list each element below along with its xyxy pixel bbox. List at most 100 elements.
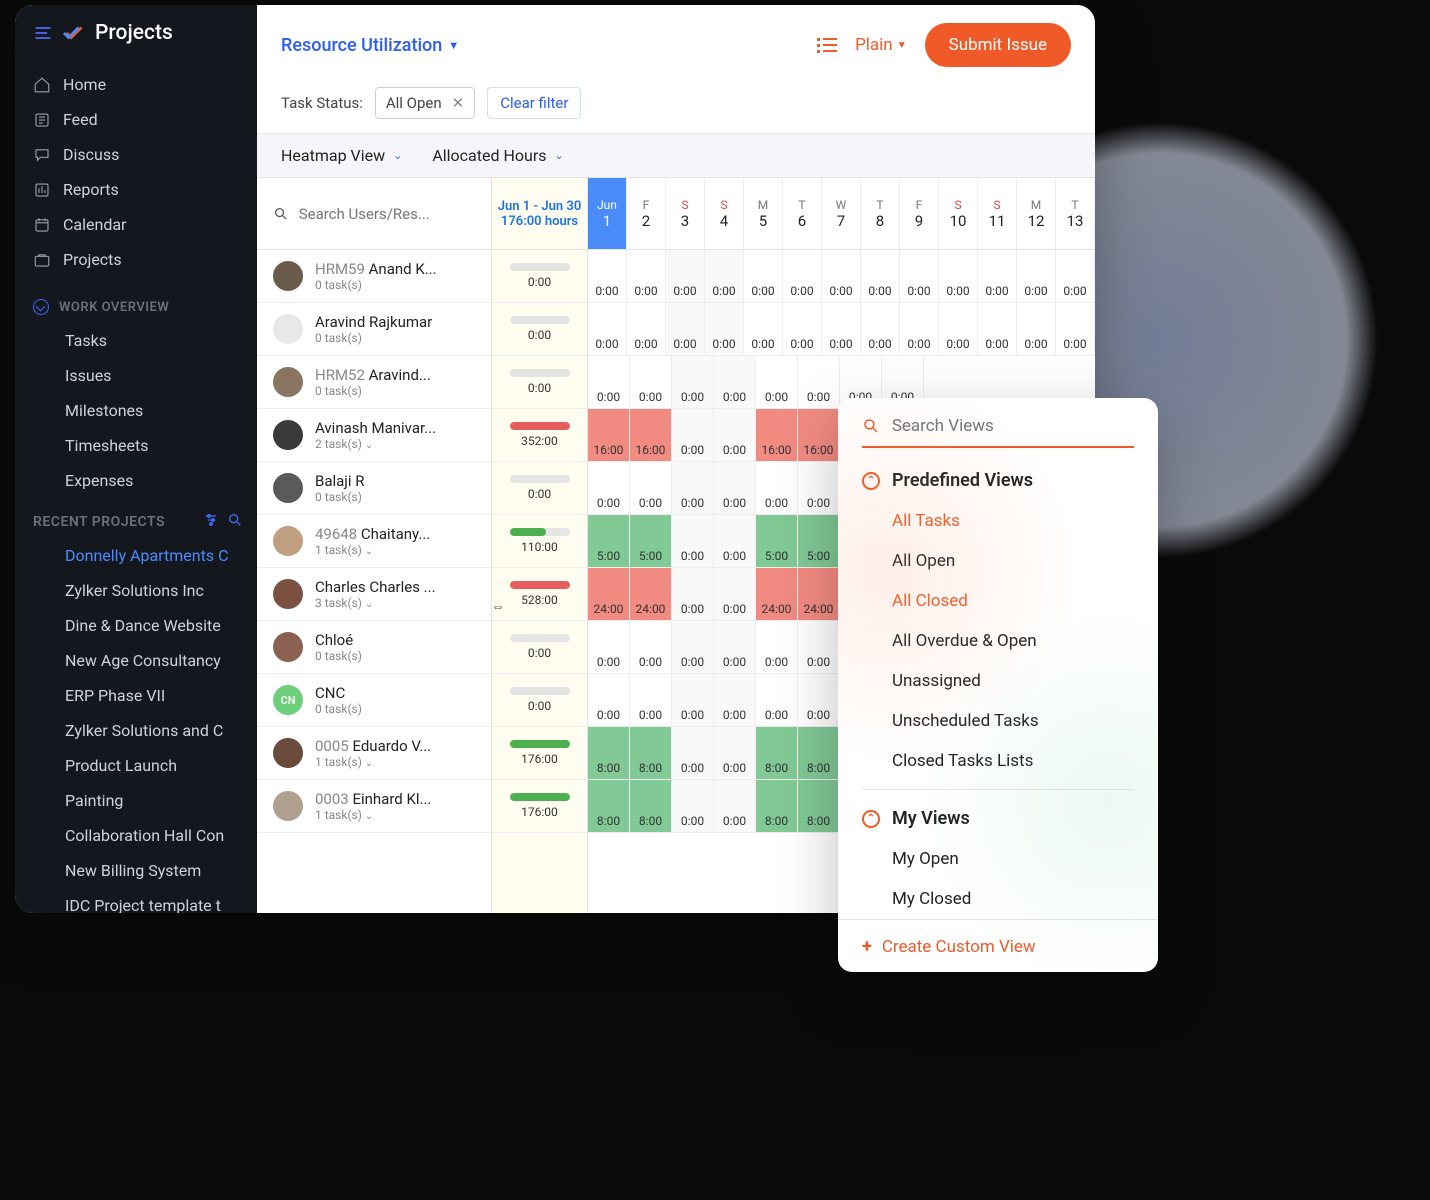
heatmap-cell[interactable]: 8:00 [630,727,672,779]
heatmap-cell[interactable]: 0:00 [1056,250,1095,302]
search-projects-icon[interactable] [227,512,243,532]
nav-reports[interactable]: Reports [15,172,257,207]
wo-item-milestones[interactable]: Milestones [15,393,257,428]
heatmap-cell[interactable]: 8:00 [756,727,798,779]
heatmap-cell[interactable]: 0:00 [1017,250,1056,302]
heatmap-cell[interactable]: 0:00 [588,621,630,673]
project-item[interactable]: Painting [15,783,257,818]
heatmap-cell[interactable]: 0:00 [672,462,714,514]
search-users-input[interactable] [299,205,475,223]
project-item[interactable]: Collaboration Hall Con [15,818,257,853]
user-row[interactable]: Chloé 0 task(s) [257,621,491,674]
heatmap-cell[interactable]: 5:00 [756,515,798,567]
user-row[interactable]: CN CNC 0 task(s) [257,674,491,727]
heatmap-view-dropdown[interactable]: Heatmap View ⌄ [281,146,402,165]
heatmap-cell[interactable]: 0:00 [630,621,672,673]
close-icon[interactable]: ✕ [452,94,465,112]
view-group-header[interactable]: ⌃ My Views [838,798,1158,839]
user-row[interactable]: Avinash Manivar... 2 task(s) ⌄ [257,409,491,462]
heatmap-cell[interactable]: 0:00 [588,356,630,408]
heatmap-cell[interactable]: 0:00 [744,250,783,302]
splitter-handle[interactable]: ⇔ [491,598,505,615]
submit-issue-button[interactable]: Submit Issue [925,23,1071,67]
heatmap-cell[interactable]: 0:00 [672,727,714,779]
heatmap-cell[interactable]: 0:00 [672,674,714,726]
chevron-down-icon[interactable]: ⌄ [365,546,373,557]
heatmap-cell[interactable]: 8:00 [798,727,840,779]
heatmap-cell[interactable]: 0:00 [672,568,714,620]
heatmap-cell[interactable]: 0:00 [714,727,756,779]
heatmap-cell[interactable]: 0:00 [756,674,798,726]
heatmap-cell[interactable]: 0:00 [630,356,672,408]
heatmap-cell[interactable]: 0:00 [756,462,798,514]
heatmap-cell[interactable]: 8:00 [798,780,840,832]
wo-item-issues[interactable]: Issues [15,358,257,393]
user-row[interactable]: Balaji R 0 task(s) [257,462,491,515]
nav-feed[interactable]: Feed [15,102,257,137]
heatmap-cell[interactable]: 0:00 [714,356,756,408]
heatmap-cell[interactable]: 0:00 [783,303,822,355]
wo-item-expenses[interactable]: Expenses [15,463,257,498]
heatmap-cell[interactable]: 0:00 [1017,303,1056,355]
nav-discuss[interactable]: Discuss [15,137,257,172]
nav-projects[interactable]: Projects [15,242,257,277]
heatmap-cell[interactable]: 5:00 [588,515,630,567]
heatmap-cell[interactable]: 0:00 [714,409,756,461]
heatmap-cell[interactable]: 8:00 [588,780,630,832]
heatmap-cell[interactable]: 5:00 [630,515,672,567]
heatmap-cell[interactable]: 0:00 [783,250,822,302]
plain-dropdown[interactable]: Plain ▼ [855,35,907,55]
project-item[interactable]: Dine & Dance Website [15,608,257,643]
heatmap-cell[interactable]: 5:00 [798,515,840,567]
heatmap-cell[interactable]: 16:00 [756,409,798,461]
heatmap-cell[interactable]: 0:00 [798,462,840,514]
chevron-down-icon[interactable]: ⌄ [365,811,373,822]
user-row[interactable]: Aravind Rajkumar 0 task(s) [257,303,491,356]
heatmap-cell[interactable]: 0:00 [978,303,1017,355]
heatmap-cell[interactable]: 0:00 [939,250,978,302]
heatmap-cell[interactable]: 0:00 [798,356,840,408]
heatmap-cell[interactable]: 24:00 [798,568,840,620]
heatmap-cell[interactable]: 0:00 [705,250,744,302]
menu-icon[interactable] [33,23,53,43]
wo-item-timesheets[interactable]: Timesheets [15,428,257,463]
project-item[interactable]: Product Launch [15,748,257,783]
heatmap-cell[interactable]: 0:00 [588,462,630,514]
chevron-down-icon[interactable]: ⌄ [365,440,373,451]
nav-home[interactable]: Home [15,67,257,102]
allocated-hours-dropdown[interactable]: Allocated Hours ⌄ [432,146,563,165]
page-dropdown[interactable]: Resource Utilization ▼ [281,35,459,56]
heatmap-cell[interactable]: 0:00 [630,674,672,726]
heatmap-cell[interactable]: 24:00 [756,568,798,620]
user-row[interactable]: 49648 Chaitany... 1 task(s) ⌄ [257,515,491,568]
user-row[interactable]: 0003 Einhard Kl... 1 task(s) ⌄ [257,780,491,833]
heatmap-cell[interactable]: 0:00 [714,621,756,673]
chevron-down-icon[interactable]: ⌄ [365,599,373,610]
view-item[interactable]: My Open [838,839,1158,879]
user-row[interactable]: Charles Charles ... 3 task(s) ⌄ [257,568,491,621]
user-row[interactable]: HRM52 Aravind... 0 task(s) [257,356,491,409]
create-custom-view-button[interactable]: + Create Custom View [838,919,1158,972]
heatmap-cell[interactable]: 8:00 [630,780,672,832]
project-item[interactable]: Zylker Solutions and C [15,713,257,748]
view-item[interactable]: All Open [838,541,1158,581]
heatmap-cell[interactable]: 0:00 [861,250,900,302]
heatmap-cell[interactable]: 0:00 [1056,303,1095,355]
heatmap-cell[interactable]: 0:00 [714,674,756,726]
nav-calendar[interactable]: Calendar [15,207,257,242]
chevron-down-icon[interactable]: ⌄ [365,758,373,769]
heatmap-cell[interactable]: 0:00 [672,409,714,461]
heatmap-cell[interactable]: 0:00 [672,780,714,832]
heatmap-cell[interactable]: 0:00 [798,674,840,726]
view-item[interactable]: All Closed [838,581,1158,621]
filter-icon[interactable] [203,512,219,532]
heatmap-cell[interactable]: 0:00 [672,356,714,408]
heatmap-cell[interactable]: 0:00 [714,515,756,567]
filter-chip[interactable]: All Open ✕ [375,87,475,119]
heatmap-cell[interactable]: 0:00 [666,303,705,355]
heatmap-cell[interactable]: 0:00 [588,250,627,302]
project-item[interactable]: IDC Project template t [15,888,257,913]
view-item[interactable]: Closed Tasks Lists [838,741,1158,781]
project-item[interactable]: Donnelly Apartments C [15,538,257,573]
heatmap-cell[interactable]: 0:00 [588,674,630,726]
